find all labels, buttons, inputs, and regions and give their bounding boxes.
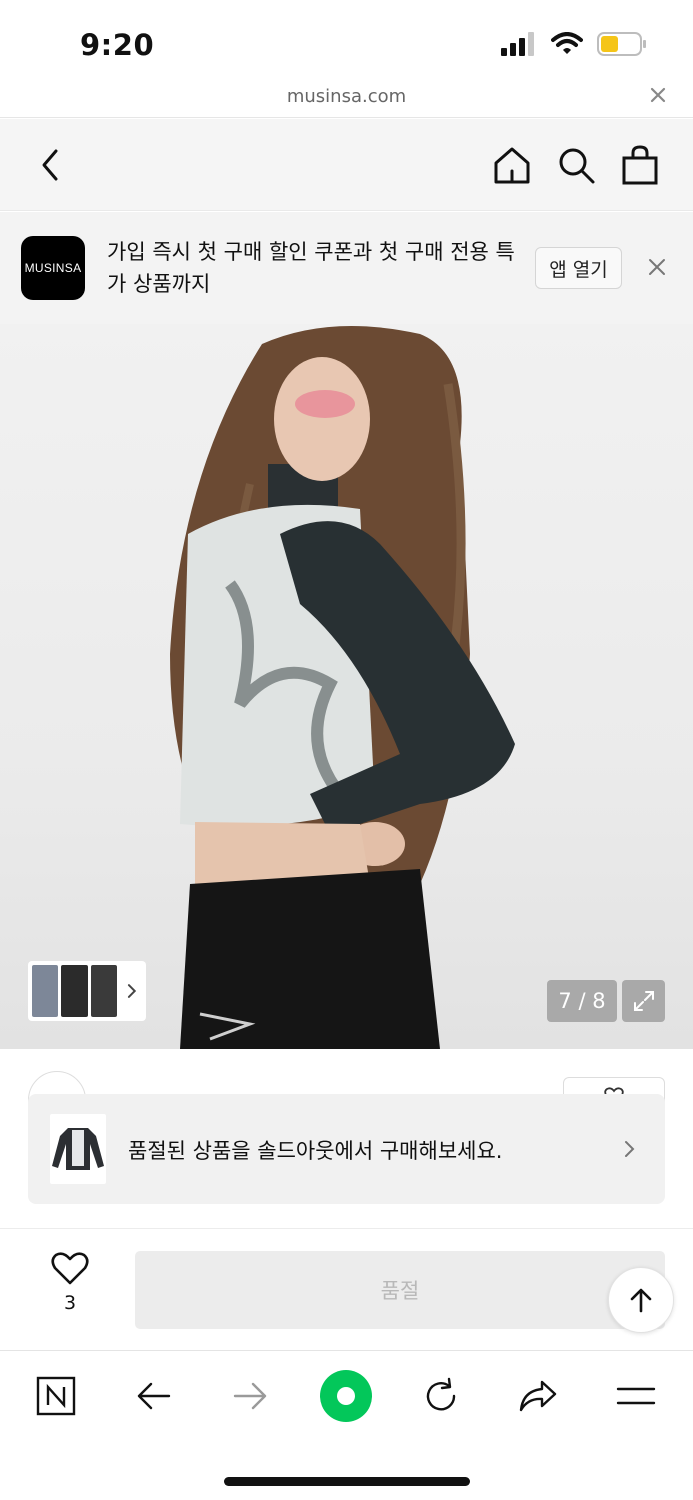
green-dot-icon [320, 1370, 372, 1422]
share-icon [519, 1380, 557, 1412]
browser-back-button[interactable] [127, 1369, 181, 1423]
soldout-button: 품절 [135, 1251, 665, 1329]
close-icon[interactable] [649, 86, 667, 104]
expand-button[interactable] [622, 980, 665, 1022]
browser-forward-button[interactable] [223, 1369, 277, 1423]
close-icon[interactable] [647, 257, 667, 277]
scroll-to-top-button[interactable] [608, 1267, 674, 1333]
naver-home-button[interactable] [29, 1369, 83, 1423]
arrow-up-icon [630, 1288, 652, 1313]
url-text[interactable]: musinsa.com [0, 86, 693, 107]
back-icon[interactable] [34, 145, 68, 185]
battery-icon [597, 32, 646, 56]
naver-home-icon [36, 1376, 76, 1416]
image-counter: 7 / 8 [547, 980, 617, 1022]
musinsa-logo: MUSINSA [21, 236, 85, 300]
menu-button[interactable] [609, 1369, 663, 1423]
signal-icon [501, 32, 534, 56]
jacket-thumbnail [52, 1128, 104, 1170]
cart-icon[interactable] [620, 145, 660, 185]
thumbnail[interactable] [61, 965, 88, 1017]
purchase-bar: 3 품절 [0, 1230, 693, 1350]
search-icon[interactable] [556, 145, 596, 185]
product-photo[interactable]: 7 / 8 [0, 324, 693, 1049]
thumbnail[interactable] [90, 965, 118, 1017]
chevron-right-icon [128, 984, 137, 998]
wifi-icon [551, 32, 583, 54]
forward-arrow-icon [233, 1382, 267, 1410]
browser-toolbar [0, 1350, 693, 1500]
wishlist-button[interactable]: 3 [50, 1252, 90, 1332]
url-bar: musinsa.com [0, 80, 693, 118]
status-bar: 9:20 [0, 0, 693, 80]
chevron-right-icon [625, 1141, 635, 1157]
banner-message: 가입 즉시 첫 구매 할인 쿠폰과 첫 구매 전용 특가 상품까지 [107, 240, 515, 296]
share-button[interactable] [511, 1369, 565, 1423]
green-dot-button[interactable] [319, 1369, 373, 1423]
soldout-notice-message: 품절된 상품을 솔드아웃에서 구매해보세요. [128, 1139, 503, 1163]
menu-icon [616, 1387, 656, 1405]
status-icons [501, 32, 647, 56]
home-icon[interactable] [492, 145, 532, 185]
heart-icon [51, 1252, 89, 1285]
soldout-notice[interactable]: 품절된 상품을 솔드아웃에서 구매해보세요. [28, 1094, 665, 1204]
site-nav-bar [0, 119, 693, 211]
thumbnail[interactable] [32, 965, 59, 1017]
soldout-product-thumbnail [50, 1114, 106, 1184]
wishlist-count: 3 [63, 1292, 77, 1314]
thumbnail-strip[interactable] [28, 961, 146, 1021]
expand-icon [633, 991, 654, 1011]
model-photo [170, 326, 515, 1049]
status-time: 9:20 [80, 28, 155, 62]
open-app-button[interactable]: 앱 열기 [535, 247, 622, 289]
app-install-banner: MUSINSA 가입 즉시 첫 구매 할인 쿠폰과 첫 구매 전용 특가 상품까… [0, 212, 693, 324]
reload-button[interactable] [414, 1369, 468, 1423]
home-indicator[interactable] [224, 1477, 470, 1486]
reload-icon [426, 1377, 456, 1411]
back-arrow-icon [137, 1382, 171, 1410]
